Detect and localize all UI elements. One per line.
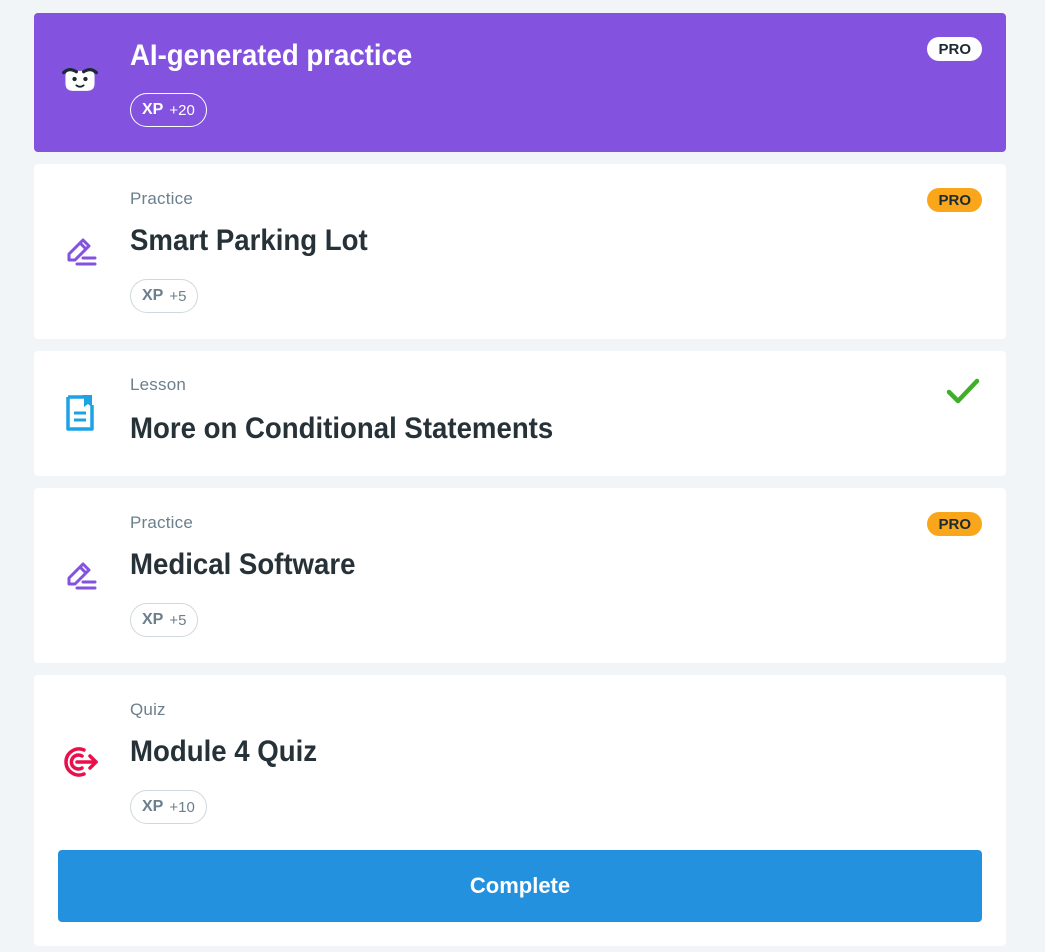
target-icon [60,742,100,782]
ai-practice-card[interactable]: AI-generated practice XP +20 PRO [34,13,1006,152]
completed-checkmark-icon [946,378,980,404]
xp-badge: XP +5 [130,603,199,637]
pencil-icon [60,555,100,595]
card-type-label: Quiz [130,700,166,719]
card-title: AI-generated practice [130,39,413,72]
quiz-card-module-4[interactable]: Quiz Module 4 Quiz XP +10 Complete [34,675,1006,946]
card-title: Module 4 Quiz [130,735,318,768]
complete-button[interactable]: Complete [58,850,982,922]
card-type-label: Lesson [130,375,187,394]
ai-mascot-icon [60,59,100,99]
pencil-icon [60,231,100,271]
pro-badge: PRO [927,188,982,212]
xp-badge: XP +5 [130,279,199,313]
xp-badge: XP +10 [130,790,207,824]
learning-path-list: AI-generated practice XP +20 PRO Practic… [34,13,1006,946]
card-type-label: Practice [130,189,194,208]
card-title: More on Conditional Statements [130,412,554,445]
card-title: Smart Parking Lot [130,224,368,257]
lesson-card-conditional-statements[interactable]: Lesson More on Conditional Statements [34,351,1006,476]
pro-badge: PRO [927,37,982,61]
xp-badge: XP +20 [130,93,207,127]
practice-card-smart-parking-lot[interactable]: Practice Smart Parking Lot XP +5 PRO [34,164,1006,339]
card-type-label: Practice [130,513,194,532]
lesson-document-icon [60,393,100,433]
pro-badge: PRO [927,512,982,536]
card-title: Medical Software [130,548,356,581]
practice-card-medical-software[interactable]: Practice Medical Software XP +5 PRO [34,488,1006,663]
